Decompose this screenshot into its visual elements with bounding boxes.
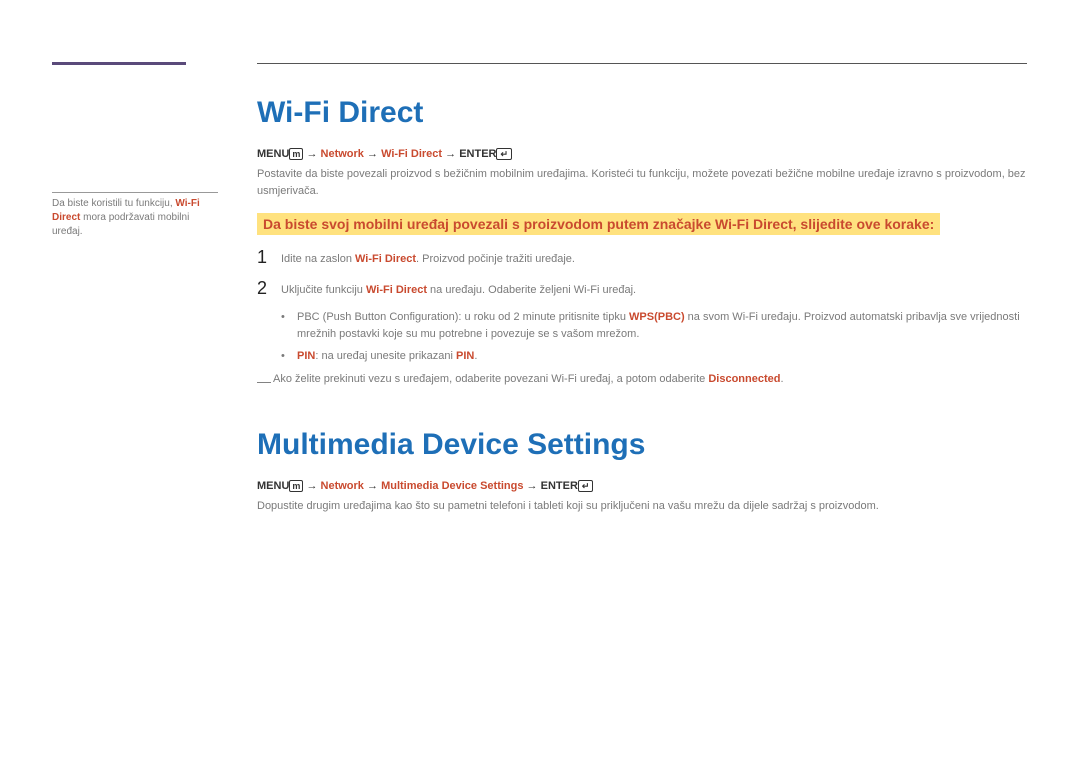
sidebar-text-pre: Da biste koristili tu funkciju, xyxy=(52,198,175,209)
sidebar-note: Da biste koristili tu funkciju, Wi-Fi Di… xyxy=(52,192,218,239)
menu-label2: MENU xyxy=(257,480,289,492)
step-1: 1 Idite na zaslon Wi-Fi Direct. Proizvod… xyxy=(257,247,1027,268)
note-pre: Ako želite prekinuti vezu s uređajem, od… xyxy=(273,373,708,385)
header-accent-bar xyxy=(52,62,186,65)
menu-network2: Network xyxy=(321,480,364,492)
b2-end: . xyxy=(474,350,477,362)
b2-bold2: PIN xyxy=(456,350,474,362)
note-bold: Disconnected xyxy=(708,373,780,385)
step-2: 2 Uključite funkciju Wi-Fi Direct na ure… xyxy=(257,278,1027,299)
note-dash-icon: ― xyxy=(257,371,273,392)
step2-bold: Wi-Fi Direct xyxy=(366,284,427,296)
step-2-text: Uključite funkciju Wi-Fi Direct na uređa… xyxy=(281,278,636,299)
menu-icon: m xyxy=(289,480,303,492)
arrow22: → xyxy=(364,480,381,492)
header-divider xyxy=(257,63,1027,64)
section-title-multimedia: Multimedia Device Settings xyxy=(257,428,1027,462)
intro-paragraph: Postavite da biste povezali proizvod s b… xyxy=(257,166,1027,199)
bullet-list: • PBC (Push Button Configuration): u rok… xyxy=(281,309,1027,365)
b2-mid: : na uređaj unesite prikazani xyxy=(315,350,456,362)
step2-post: na uređaju. Odaberite željeni Wi-Fi uređ… xyxy=(427,284,636,296)
highlight-heading: Da biste svoj mobilni uređaj povezali s … xyxy=(257,213,940,235)
section-title-wifi-direct: Wi-Fi Direct xyxy=(257,96,1027,130)
menu-path-wifi: MENUm → Network → Wi-Fi Direct → ENTER↵ xyxy=(257,148,1027,160)
section-multimedia: Multimedia Device Settings MENUm → Netwo… xyxy=(257,428,1027,515)
step-1-number: 1 xyxy=(257,247,281,268)
menu-network: Network xyxy=(321,148,364,160)
arrow1: → xyxy=(303,148,320,160)
bullet-dot-icon: • xyxy=(281,309,297,326)
menu-icon: m xyxy=(289,148,303,160)
arrow23: → xyxy=(524,480,541,492)
note-text: Ako želite prekinuti vezu s uređajem, od… xyxy=(273,371,784,388)
b2-bold1: PIN xyxy=(297,350,315,362)
note-line: ― Ako želite prekinuti vezu s uređajem, … xyxy=(257,371,1027,392)
arrow3: → xyxy=(442,148,459,160)
note-end: . xyxy=(780,373,783,385)
arrow21: → xyxy=(303,480,320,492)
sidebar-divider xyxy=(52,192,218,193)
b1-pre: PBC (Push Button Configuration): u roku … xyxy=(297,311,629,323)
enter-icon: ↵ xyxy=(496,148,512,160)
step1-post: . Proizvod počinje tražiti uređaje. xyxy=(416,253,575,265)
bullet-1: • PBC (Push Button Configuration): u rok… xyxy=(281,309,1027,342)
bullet-1-text: PBC (Push Button Configuration): u roku … xyxy=(297,309,1027,342)
b1-bold: WPS(PBC) xyxy=(629,311,685,323)
bullet-dot-icon: • xyxy=(281,348,297,365)
bullet-2: • PIN: na uređaj unesite prikazani PIN. xyxy=(281,348,1027,365)
bullet-2-text: PIN: na uređaj unesite prikazani PIN. xyxy=(297,348,477,365)
enter-icon: ↵ xyxy=(578,480,594,492)
menu-wifi-direct: Wi-Fi Direct xyxy=(381,148,442,160)
enter-label2: ENTER xyxy=(541,480,578,492)
menu-label: MENU xyxy=(257,148,289,160)
step-1-text: Idite na zaslon Wi-Fi Direct. Proizvod p… xyxy=(281,247,575,268)
arrow2: → xyxy=(364,148,381,160)
menu-path-multimedia: MENUm → Network → Multimedia Device Sett… xyxy=(257,480,1027,492)
step2-pre: Uključite funkciju xyxy=(281,284,366,296)
step1-pre: Idite na zaslon xyxy=(281,253,355,265)
step1-bold: Wi-Fi Direct xyxy=(355,253,416,265)
main-content: Wi-Fi Direct MENUm → Network → Wi-Fi Dir… xyxy=(257,96,1027,528)
step-2-number: 2 xyxy=(257,278,281,299)
enter-label: ENTER xyxy=(459,148,496,160)
multimedia-body: Dopustite drugim uređajima kao što su pa… xyxy=(257,498,1027,515)
menu-mds: Multimedia Device Settings xyxy=(381,480,523,492)
